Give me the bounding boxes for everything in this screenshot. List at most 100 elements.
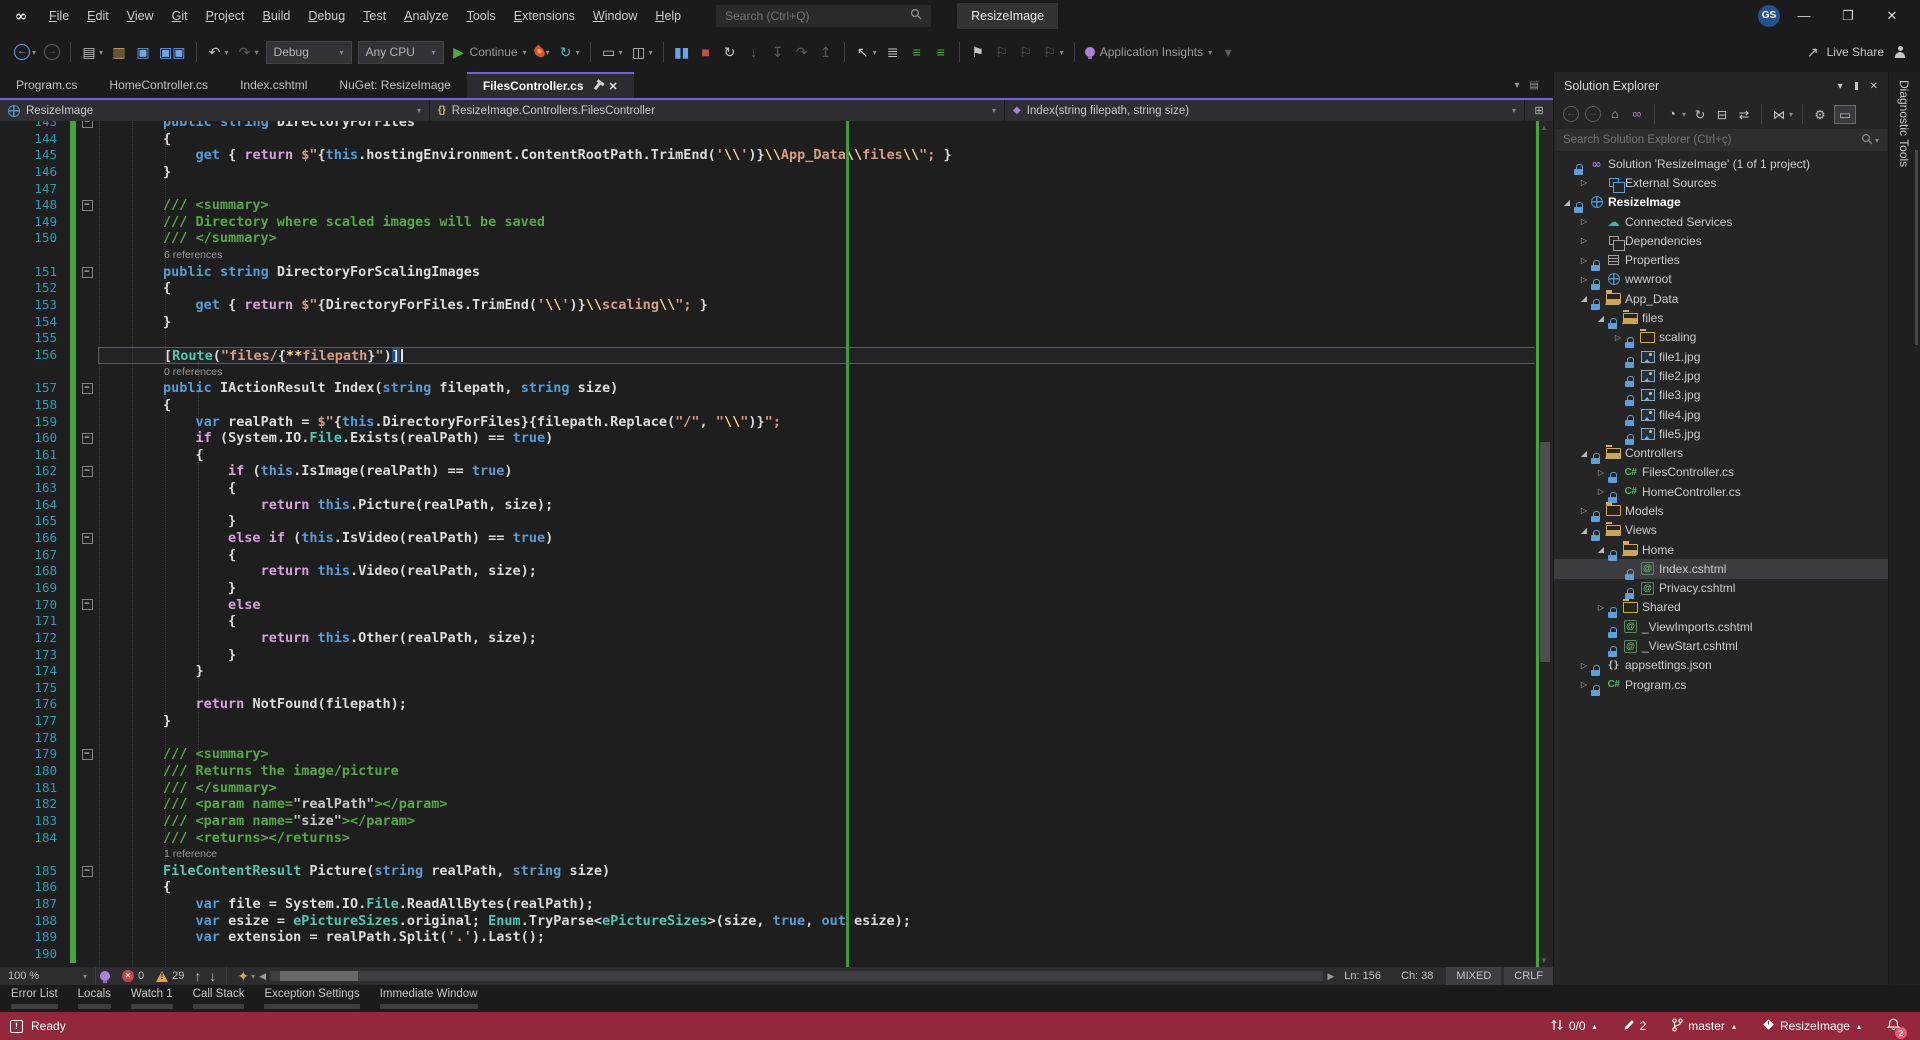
code-line-149[interactable]: 149 /// Directory where scaled images wi… <box>0 214 1553 231</box>
save-all-icon[interactable]: ▣▣ <box>156 39 188 65</box>
next-bookmark-icon[interactable]: ⚐ <box>1015 39 1037 65</box>
se-preview-icon[interactable]: ▭ <box>1832 101 1858 127</box>
chevron-collapsed-icon[interactable]: ▷ <box>1577 217 1591 226</box>
tree-item-controllers[interactable]: ◢Controllers <box>1554 443 1888 462</box>
tree-item-program-cs[interactable]: ▷C#Program.cs <box>1554 675 1888 694</box>
strip-scrollbar[interactable] <box>1915 150 1918 345</box>
continue-button[interactable]: ▶Continue▾ <box>448 39 530 65</box>
menu-help[interactable]: Help <box>646 4 690 28</box>
chevron-collapsed-icon[interactable]: ▷ <box>1594 487 1608 496</box>
new-file-icon[interactable]: ▤▾ <box>78 39 106 65</box>
se-nodes-icon[interactable]: ⋈▾ <box>1769 101 1795 127</box>
fold-marker[interactable]: − <box>82 866 93 877</box>
panel-tab-exception-settings[interactable]: Exception Settings <box>257 988 366 1009</box>
show-next-statement-icon[interactable]: ↓ <box>743 39 765 65</box>
fold-marker[interactable]: − <box>82 267 93 278</box>
code-line-146[interactable]: 146 } <box>0 164 1553 181</box>
code-editor[interactable]: 143− public string DirectoryForFiles144 … <box>0 121 1553 967</box>
code-line-151[interactable]: 151− public string DirectoryForScalingIm… <box>0 264 1553 281</box>
save-icon[interactable]: ▣ <box>132 39 154 65</box>
chevron-collapsed-icon[interactable]: ▷ <box>1577 236 1591 245</box>
code-line-154[interactable]: 154 } <box>0 314 1553 331</box>
panel-tab-call-stack[interactable]: Call Stack <box>186 988 252 1009</box>
code-line-169[interactable]: 169 } <box>0 580 1553 597</box>
fold-marker[interactable]: − <box>82 599 93 610</box>
code-line-150[interactable]: 150 /// </summary> <box>0 230 1553 247</box>
fold-marker[interactable]: − <box>82 749 93 760</box>
bookmark-icon[interactable]: ⚑ <box>967 39 989 65</box>
restart-icon[interactable]: ↻ <box>719 39 741 65</box>
code-line-166[interactable]: 166− else if (this.IsVideo(realPath) == … <box>0 530 1553 547</box>
code-line-159[interactable]: 159 var realPath = $"{this.DirectoryForF… <box>0 414 1553 431</box>
se-back-icon[interactable]: ← <box>1561 101 1581 127</box>
code-line-189[interactable]: 189 var extension = realPath.Split('.').… <box>0 929 1553 946</box>
chevron-collapsed-icon[interactable]: ▷ <box>1577 680 1591 689</box>
format-document-icon[interactable]: ≡ <box>906 39 928 65</box>
split-editor-icon[interactable]: ⊞ <box>1525 100 1553 121</box>
panel-tab-immediate-window[interactable]: Immediate Window <box>373 988 485 1009</box>
editor-vertical-scrollbar[interactable]: ▲ ▼ <box>1535 121 1553 967</box>
code-line-165[interactable]: 165 } <box>0 513 1553 530</box>
warning-count[interactable]: 29 <box>156 970 184 982</box>
fold-marker[interactable]: − <box>82 433 93 444</box>
chevron-expanded-icon[interactable]: ◢ <box>1577 449 1591 458</box>
live-share-icon[interactable]: ↗ <box>1804 39 1822 65</box>
tree-item-resizeimage[interactable]: ◢ResizeImage <box>1554 193 1888 212</box>
stop-icon[interactable]: ■ <box>695 39 717 65</box>
search-input[interactable] <box>725 9 910 23</box>
code-line-173[interactable]: 173 } <box>0 647 1553 664</box>
application-insights-button[interactable]: Application Insights▾ <box>1082 39 1215 65</box>
chevron-collapsed-icon[interactable]: ▷ <box>1577 178 1591 187</box>
code-line-161[interactable]: 161 { <box>0 447 1553 464</box>
se-dropdown-icon[interactable]: ▾ <box>1838 81 1843 92</box>
git-sync-status[interactable]: 0/0▴ <box>1550 1019 1597 1034</box>
code-structure-icon[interactable]: ≣ <box>882 39 904 65</box>
tab-overflow-icon[interactable]: ▾ <box>1515 80 1520 91</box>
se-forward-icon[interactable]: → <box>1583 101 1603 127</box>
tree-item-app-data[interactable]: ◢App_Data <box>1554 289 1888 308</box>
zoom-dropdown[interactable]: 100 % ▾ <box>0 967 96 985</box>
se-switch-views-icon[interactable]: ∞ <box>1627 101 1647 127</box>
tree-item-file5-jpg[interactable]: file5.jpg <box>1554 424 1888 443</box>
column-indicator[interactable]: Ch: 38 <box>1391 967 1443 985</box>
tab-nuget-resizeimage[interactable]: NuGet: ResizeImage <box>323 72 466 98</box>
restart-app-icon[interactable]: ↻▾ <box>555 39 583 65</box>
tab-homecontroller-cs[interactable]: HomeController.cs <box>93 72 224 98</box>
horizontal-scrollbar[interactable] <box>270 971 1323 981</box>
format-selection-icon[interactable]: ≡ <box>930 39 952 65</box>
restore-button[interactable]: ❐ <box>1828 2 1868 30</box>
window-switch-icon[interactable]: ◫▾ <box>628 39 656 65</box>
code-line-188[interactable]: 188 var esize = ePictureSizes.original; … <box>0 913 1553 930</box>
collaborators-icon[interactable] <box>1891 39 1909 65</box>
code-line-190[interactable]: 190 <box>0 946 1553 963</box>
step-into-icon[interactable]: ↧ <box>767 39 789 65</box>
code-line-158[interactable]: 158 { <box>0 397 1553 414</box>
menu-project[interactable]: Project <box>197 4 254 28</box>
minimize-button[interactable]: — <box>1784 2 1824 30</box>
chevron-collapsed-icon[interactable]: ▷ <box>1594 468 1608 477</box>
cursor-nav-icon[interactable]: ↖▾ <box>852 39 880 65</box>
tree-item-solution-resizeimage-1-of-1-project-[interactable]: ∞Solution 'ResizeImage' (1 of 1 project) <box>1554 154 1888 173</box>
code-line-155[interactable]: 155 <box>0 330 1553 347</box>
tree-item-connected-services[interactable]: ▷☁Connected Services <box>1554 212 1888 231</box>
diagnostic-tools-tab[interactable]: Diagnostic Tools <box>1897 80 1911 167</box>
panel-tab-locals[interactable]: Locals <box>71 988 118 1009</box>
code-line-175[interactable]: 175 <box>0 680 1553 697</box>
chevron-collapsed-icon[interactable]: ▷ <box>1611 333 1625 342</box>
error-count[interactable]: ✕ 0 <box>122 970 144 982</box>
chevron-expanded-icon[interactable]: ◢ <box>1594 314 1608 323</box>
tab-list-icon[interactable]: ▤ <box>1530 80 1539 91</box>
tree-item-scaling[interactable]: ▷scaling <box>1554 328 1888 347</box>
se-home-icon[interactable]: ⌂ <box>1605 101 1625 127</box>
code-line-184[interactable]: 184 /// <returns></returns> <box>0 830 1553 847</box>
tree-item-wwwroot[interactable]: ▷wwwroot <box>1554 270 1888 289</box>
toolbar-overflow-icon[interactable]: ▾ <box>1217 39 1239 65</box>
tab-program-cs[interactable]: Program.cs <box>0 72 93 98</box>
scroll-up-icon[interactable]: ▲ <box>1535 123 1553 132</box>
code-line-170[interactable]: 170− else <box>0 597 1553 614</box>
pause-icon[interactable]: ▮▮ <box>671 39 693 65</box>
menu-window[interactable]: Window <box>584 4 646 28</box>
search-icon[interactable] <box>910 7 922 25</box>
tree-item-filescontroller-cs[interactable]: ▷C#FilesController.cs <box>1554 463 1888 482</box>
chevron-collapsed-icon[interactable]: ▷ <box>1577 256 1591 265</box>
